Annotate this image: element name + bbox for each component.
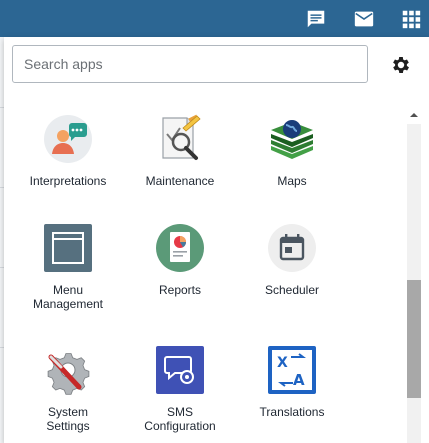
app-scheduler[interactable]: Scheduler: [237, 223, 347, 297]
app-maps[interactable]: Maps: [237, 114, 347, 188]
reports-icon: [156, 224, 204, 272]
app-label: SMS Configuration: [144, 405, 216, 433]
svg-text:A: A: [293, 371, 305, 389]
gear-icon[interactable]: [390, 54, 412, 76]
app-menu-management[interactable]: Menu Management: [13, 223, 123, 311]
app-sms-configuration[interactable]: SMS Configuration: [125, 345, 235, 433]
app-label: Translations: [259, 405, 325, 419]
sms-configuration-icon: [156, 346, 204, 394]
app-translations[interactable]: X A Translations: [237, 345, 347, 419]
search-input[interactable]: [12, 45, 368, 83]
apps-menu-panel: Interpretations Maintenance Maps: [4, 37, 429, 443]
interpretations-icon: [44, 115, 92, 163]
maps-icon: [271, 120, 313, 159]
app-reports[interactable]: Reports: [125, 223, 235, 297]
app-label: Reports: [158, 283, 202, 297]
app-label: Maintenance: [145, 174, 215, 188]
app-label: Menu Management: [32, 283, 104, 311]
message-icon[interactable]: [305, 8, 327, 30]
app-label: Maps: [277, 174, 307, 188]
scrollbar-thumb[interactable]: [407, 280, 421, 398]
app-label: Scheduler: [264, 283, 320, 297]
app-label: Interpretations: [29, 174, 107, 188]
header-bar: [0, 0, 429, 37]
system-settings-icon: [47, 353, 90, 395]
apps-grid-icon[interactable]: [400, 8, 422, 30]
menu-management-icon: [44, 224, 92, 272]
app-label: System Settings: [46, 405, 90, 433]
app-interpretations[interactable]: Interpretations: [13, 114, 123, 188]
maintenance-icon: [162, 114, 201, 160]
app-maintenance[interactable]: Maintenance: [125, 114, 235, 188]
translations-icon: X A: [268, 346, 316, 394]
app-system-settings[interactable]: System Settings: [13, 345, 123, 433]
scroll-up-arrow-icon[interactable]: [407, 110, 421, 120]
mail-icon[interactable]: [353, 8, 375, 30]
svg-text:X: X: [277, 355, 288, 371]
scheduler-icon: [268, 224, 316, 272]
